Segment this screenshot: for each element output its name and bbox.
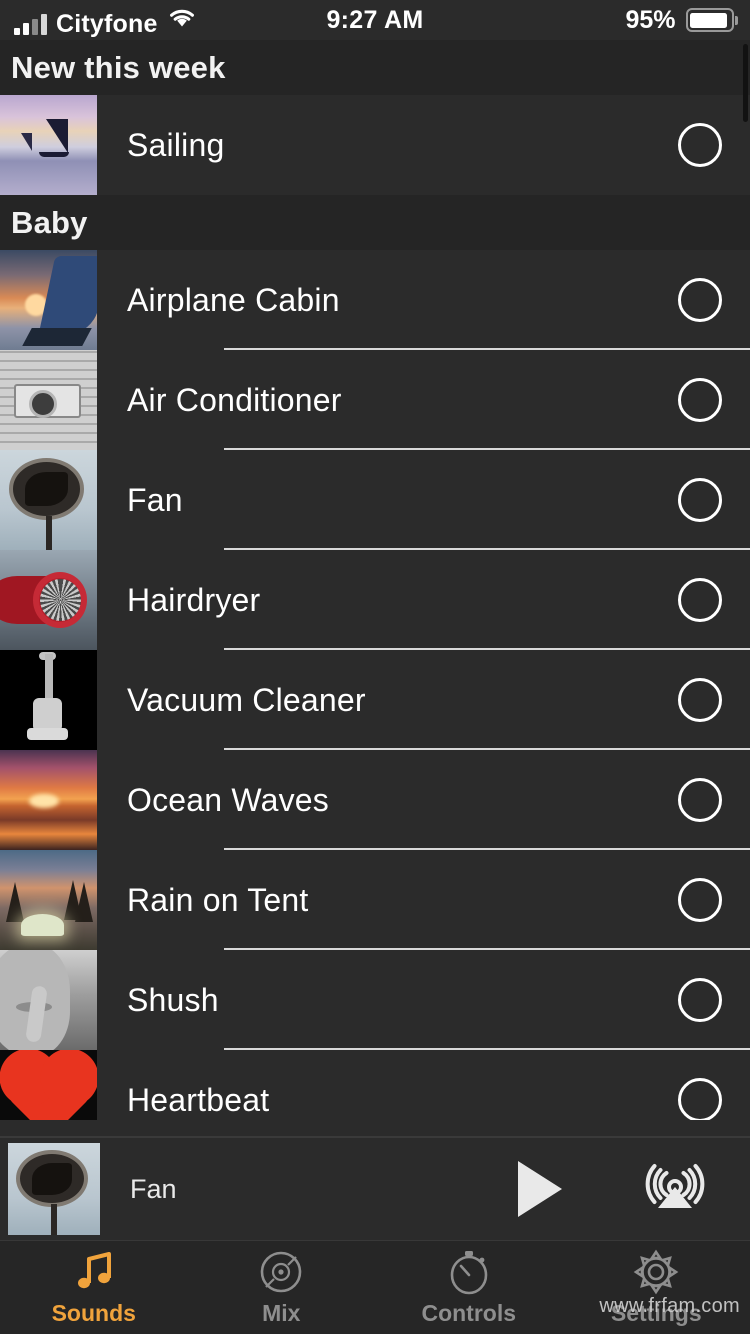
selection-circle-icon[interactable] [678,778,722,822]
sound-thumbnail [0,550,97,650]
battery-percent-label: 95% [625,5,676,34]
section-header-new-this-week: New this week [0,40,750,95]
mini-player[interactable]: Fan [0,1136,750,1240]
selection-circle-icon[interactable] [678,378,722,422]
now-playing-title: Fan [130,1173,177,1204]
battery-icon [685,8,738,32]
list-item[interactable]: Shush [0,950,750,1050]
list-item[interactable]: Fan [0,450,750,550]
tab-label: Mix [262,1299,301,1326]
scroll-indicator[interactable] [743,44,748,122]
sound-thumbnail [0,750,97,850]
list-item[interactable]: Air Conditioner [0,350,750,450]
tab-controls[interactable]: Controls [375,1241,563,1334]
airplay-audio-icon [642,1154,708,1225]
list-item[interactable]: Heartbeat [0,1050,750,1120]
tab-settings[interactable]: Settings [563,1241,750,1334]
sound-thumbnail [0,450,97,550]
list-item[interactable]: Vacuum Cleaner [0,650,750,750]
sound-title: Vacuum Cleaner [127,681,366,718]
sound-title: Fan [127,481,183,518]
selection-circle-icon[interactable] [678,878,722,922]
selection-circle-icon[interactable] [678,678,722,722]
sound-title: Rain on Tent [127,881,309,918]
sound-thumbnail [0,95,97,195]
music-note-icon [71,1249,117,1295]
tab-label: Settings [610,1299,702,1326]
list-item[interactable]: Rain on Tent [0,850,750,950]
tab-label: Controls [421,1299,517,1326]
tab-label: Sounds [51,1299,136,1326]
selection-circle-icon[interactable] [678,278,722,322]
now-playing-thumbnail [8,1143,100,1235]
sound-thumbnail [0,250,97,350]
sound-list[interactable]: New this week Sailing Baby Airplane Cabi… [0,40,750,1120]
tab-sounds[interactable]: Sounds [0,1241,188,1334]
tab-bar: Sounds Mix Controls Settings www.frfam.c… [0,1240,750,1334]
sound-title: Air Conditioner [127,381,342,418]
list-item[interactable]: Airplane Cabin [0,250,750,350]
list-item[interactable]: Sailing [0,95,750,195]
selection-circle-icon[interactable] [678,578,722,622]
vinyl-record-icon [258,1249,304,1295]
selection-circle-icon[interactable] [678,478,722,522]
section-header-baby: Baby [0,195,750,250]
list-item[interactable]: Ocean Waves [0,750,750,850]
status-bar-right: 95% [625,6,750,35]
gear-icon [633,1249,679,1295]
play-button[interactable] [480,1161,600,1217]
list-item[interactable]: Hairdryer [0,550,750,650]
app-screen: Cityfone 9:27 AM 95% New this week Saili… [0,0,750,1334]
selection-circle-icon[interactable] [678,123,722,167]
sound-thumbnail [0,1050,97,1120]
sound-thumbnail [0,350,97,450]
play-icon [518,1161,562,1217]
sound-title: Sailing [127,126,225,163]
stopwatch-icon [446,1249,492,1295]
sound-title: Heartbeat [127,1081,270,1118]
selection-circle-icon[interactable] [678,1078,722,1120]
sound-title: Hairdryer [127,581,261,618]
sound-title: Ocean Waves [127,781,329,818]
airplay-button[interactable] [600,1154,750,1225]
sound-title: Shush [127,981,219,1018]
sound-thumbnail [0,650,97,750]
status-bar: Cityfone 9:27 AM 95% [0,0,750,40]
sound-thumbnail [0,850,97,950]
tab-mix[interactable]: Mix [188,1241,376,1334]
sound-thumbnail [0,950,97,1050]
selection-circle-icon[interactable] [678,978,722,1022]
sound-title: Airplane Cabin [127,281,340,318]
